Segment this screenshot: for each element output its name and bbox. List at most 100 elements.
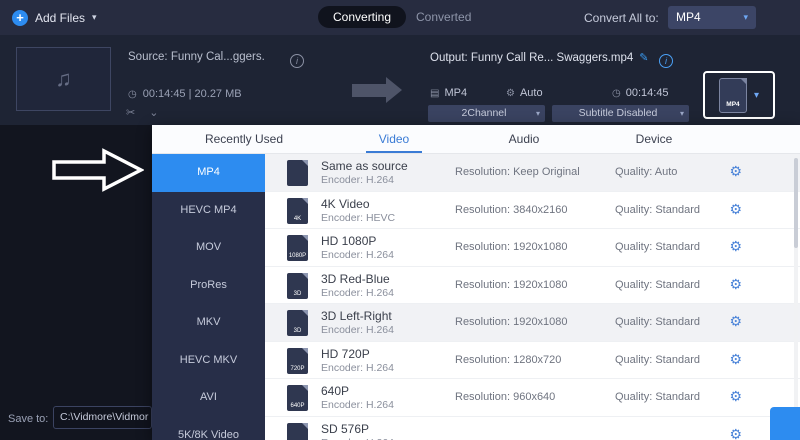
file-type-icon: 3D bbox=[287, 273, 308, 299]
tab-video[interactable]: Video bbox=[339, 125, 449, 153]
sidebar-item-mp4[interactable]: MP4 bbox=[152, 154, 265, 192]
annotation-arrow-icon bbox=[52, 148, 144, 197]
output-info-button[interactable]: i bbox=[659, 51, 673, 69]
preset-title: 3D Left-Right bbox=[321, 309, 392, 323]
add-plus-icon: + bbox=[12, 10, 28, 26]
preset-encoder: Encoder: H.264 bbox=[321, 249, 394, 261]
settings-gear-icon: ⚙ bbox=[506, 88, 515, 99]
chevron-down-icon: ▾ bbox=[680, 105, 684, 122]
preset-resolution: Resolution: 1280x720 bbox=[455, 354, 561, 366]
preset-quality: Quality: Standard bbox=[615, 391, 700, 403]
save-to-label: Save to: bbox=[8, 413, 48, 425]
sidebar-item-5k8k[interactable]: 5K/8K Video bbox=[152, 417, 265, 440]
sidebar-item-avi[interactable]: AVI bbox=[152, 379, 265, 417]
preset-encoder: Encoder: H.264 bbox=[321, 399, 394, 411]
preset-quality: Quality: Standard bbox=[615, 354, 700, 366]
file-type-icon: MP4 bbox=[719, 78, 747, 113]
output-filename: Output: Funny Call Re... Swaggers.mp4 bbox=[430, 52, 633, 64]
file-type-icon: 1080P bbox=[287, 235, 308, 261]
output-quality-chip: ⚙ Auto bbox=[506, 87, 543, 99]
preset-encoder: Encoder: H.264 bbox=[321, 324, 394, 336]
preset-title: HD 1080P bbox=[321, 234, 376, 248]
sidebar-item-mkv[interactable]: MKV bbox=[152, 304, 265, 342]
source-info-button[interactable]: i bbox=[290, 51, 304, 69]
gear-icon[interactable]: ⚙ bbox=[729, 163, 742, 180]
preset-title: 640P bbox=[321, 384, 349, 398]
collapse-chevron-icon[interactable]: ⌄ bbox=[149, 106, 158, 119]
display-icon: ▤ bbox=[430, 88, 439, 99]
convert-all-format-value: MP4 bbox=[676, 10, 701, 24]
save-path-field[interactable]: C:\Vidmore\Vidmor bbox=[53, 406, 152, 429]
preset-resolution: Resolution: 3840x2160 bbox=[455, 204, 568, 216]
output-format-value: MP4 bbox=[444, 87, 467, 99]
clock-icon: ◷ bbox=[128, 89, 137, 100]
gear-icon[interactable]: ⚙ bbox=[729, 313, 742, 330]
preset-title: 4K Video bbox=[321, 197, 370, 211]
info-icon: i bbox=[290, 54, 304, 68]
preset-resolution: Resolution: 1920x1080 bbox=[455, 316, 568, 328]
preset-title: HD 720P bbox=[321, 347, 370, 361]
subtitle-dropdown[interactable]: Subtitle Disabled ▾ bbox=[552, 105, 689, 122]
preset-resolution: Resolution: 960x640 bbox=[455, 391, 555, 403]
preset-row-576p[interactable]: 576P SD 576P Encoder: H.264 ⚙ bbox=[265, 417, 800, 440]
scrollbar-thumb[interactable] bbox=[794, 158, 798, 248]
tab-converted[interactable]: Converted bbox=[416, 10, 471, 24]
source-duration-size: 00:14:45 | 20.27 MB bbox=[143, 88, 242, 100]
preset-row-3d-red-blue[interactable]: 3D 3D Red-Blue Encoder: H.264 Resolution… bbox=[265, 267, 800, 305]
sidebar-item-prores[interactable]: ProRes bbox=[152, 267, 265, 305]
file-tools: ✂ ⌄ bbox=[126, 106, 158, 119]
convert-all-format-dropdown[interactable]: MP4 ▾ bbox=[668, 6, 756, 29]
preset-row-640p[interactable]: 640P 640P Encoder: H.264 Resolution: 960… bbox=[265, 379, 800, 417]
preset-quality: Quality: Standard bbox=[615, 279, 700, 291]
add-files-label: Add Files bbox=[35, 11, 85, 25]
gear-icon[interactable]: ⚙ bbox=[729, 276, 742, 293]
preset-title: 3D Red-Blue bbox=[321, 272, 390, 286]
tab-device[interactable]: Device bbox=[599, 125, 709, 153]
gear-icon[interactable]: ⚙ bbox=[729, 351, 742, 368]
tab-audio[interactable]: Audio bbox=[469, 125, 579, 153]
preset-row-4k[interactable]: 4K 4K Video Encoder: HEVC Resolution: 38… bbox=[265, 192, 800, 230]
chevron-down-icon: ▾ bbox=[754, 90, 759, 101]
preset-title: SD 576P bbox=[321, 422, 369, 436]
convert-all-button[interactable] bbox=[770, 407, 800, 440]
preset-row-same-as-source[interactable]: Same as source Encoder: H.264 Resolution… bbox=[265, 154, 800, 192]
preset-row-1080p[interactable]: 1080P HD 1080P Encoder: H.264 Resolution… bbox=[265, 229, 800, 267]
file-type-icon: 576P bbox=[287, 423, 308, 440]
preset-scrollbar[interactable] bbox=[794, 156, 798, 438]
preset-row-720p[interactable]: 720P HD 720P Encoder: H.264 Resolution: … bbox=[265, 342, 800, 380]
format-tabs: Recently Used Video Audio Device bbox=[152, 125, 800, 154]
preset-quality: Quality: Standard bbox=[615, 204, 700, 216]
top-bar: + Add Files ▾ Converting Converted Conve… bbox=[0, 0, 800, 35]
tab-recently-used[interactable]: Recently Used bbox=[174, 125, 314, 153]
add-files-button[interactable]: + Add Files ▾ bbox=[12, 0, 97, 35]
file-thumbnail: ♫ bbox=[16, 47, 111, 111]
preset-title: Same as source bbox=[321, 159, 408, 173]
preset-encoder: Encoder: H.264 bbox=[321, 287, 394, 299]
preset-row-3d-left-right[interactable]: 3D 3D Left-Right Encoder: H.264 Resoluti… bbox=[265, 304, 800, 342]
chevron-down-icon: ▾ bbox=[536, 105, 540, 122]
output-format-chip: ▤ MP4 bbox=[430, 87, 467, 99]
sidebar-item-mov[interactable]: MOV bbox=[152, 229, 265, 267]
chevron-down-icon: ▾ bbox=[92, 12, 97, 23]
gear-icon[interactable]: ⚙ bbox=[729, 201, 742, 218]
output-format-selector[interactable]: MP4 ▾ bbox=[703, 71, 775, 119]
sidebar-item-hevc-mp4[interactable]: HEVC MP4 bbox=[152, 192, 265, 230]
file-type-icon: 3D bbox=[287, 310, 308, 336]
info-icon: i bbox=[659, 54, 673, 68]
source-filename: Source: Funny Cal...ggers. bbox=[128, 51, 265, 63]
tab-converting[interactable]: Converting bbox=[318, 6, 406, 28]
gear-icon[interactable]: ⚙ bbox=[729, 238, 742, 255]
audio-channel-dropdown[interactable]: 2Channel ▾ bbox=[428, 105, 545, 122]
file-type-icon bbox=[287, 160, 308, 186]
gear-icon[interactable]: ⚙ bbox=[729, 426, 742, 440]
output-duration-chip: ◷ 00:14:45 bbox=[612, 87, 669, 99]
format-picker-panel: Recently Used Video Audio Device MP4 HEV… bbox=[152, 125, 800, 440]
format-sidebar: MP4 HEVC MP4 MOV ProRes MKV HEVC MKV AVI… bbox=[152, 154, 265, 440]
rename-pencil-icon[interactable]: ✎ bbox=[639, 51, 648, 64]
gear-icon[interactable]: ⚙ bbox=[729, 388, 742, 405]
sidebar-item-hevc-mkv[interactable]: HEVC MKV bbox=[152, 342, 265, 380]
cut-icon[interactable]: ✂ bbox=[126, 106, 135, 119]
preset-resolution: Resolution: 1920x1080 bbox=[455, 241, 568, 253]
audio-channel-value: 2Channel bbox=[462, 107, 507, 119]
output-duration-value: 00:14:45 bbox=[626, 87, 669, 99]
